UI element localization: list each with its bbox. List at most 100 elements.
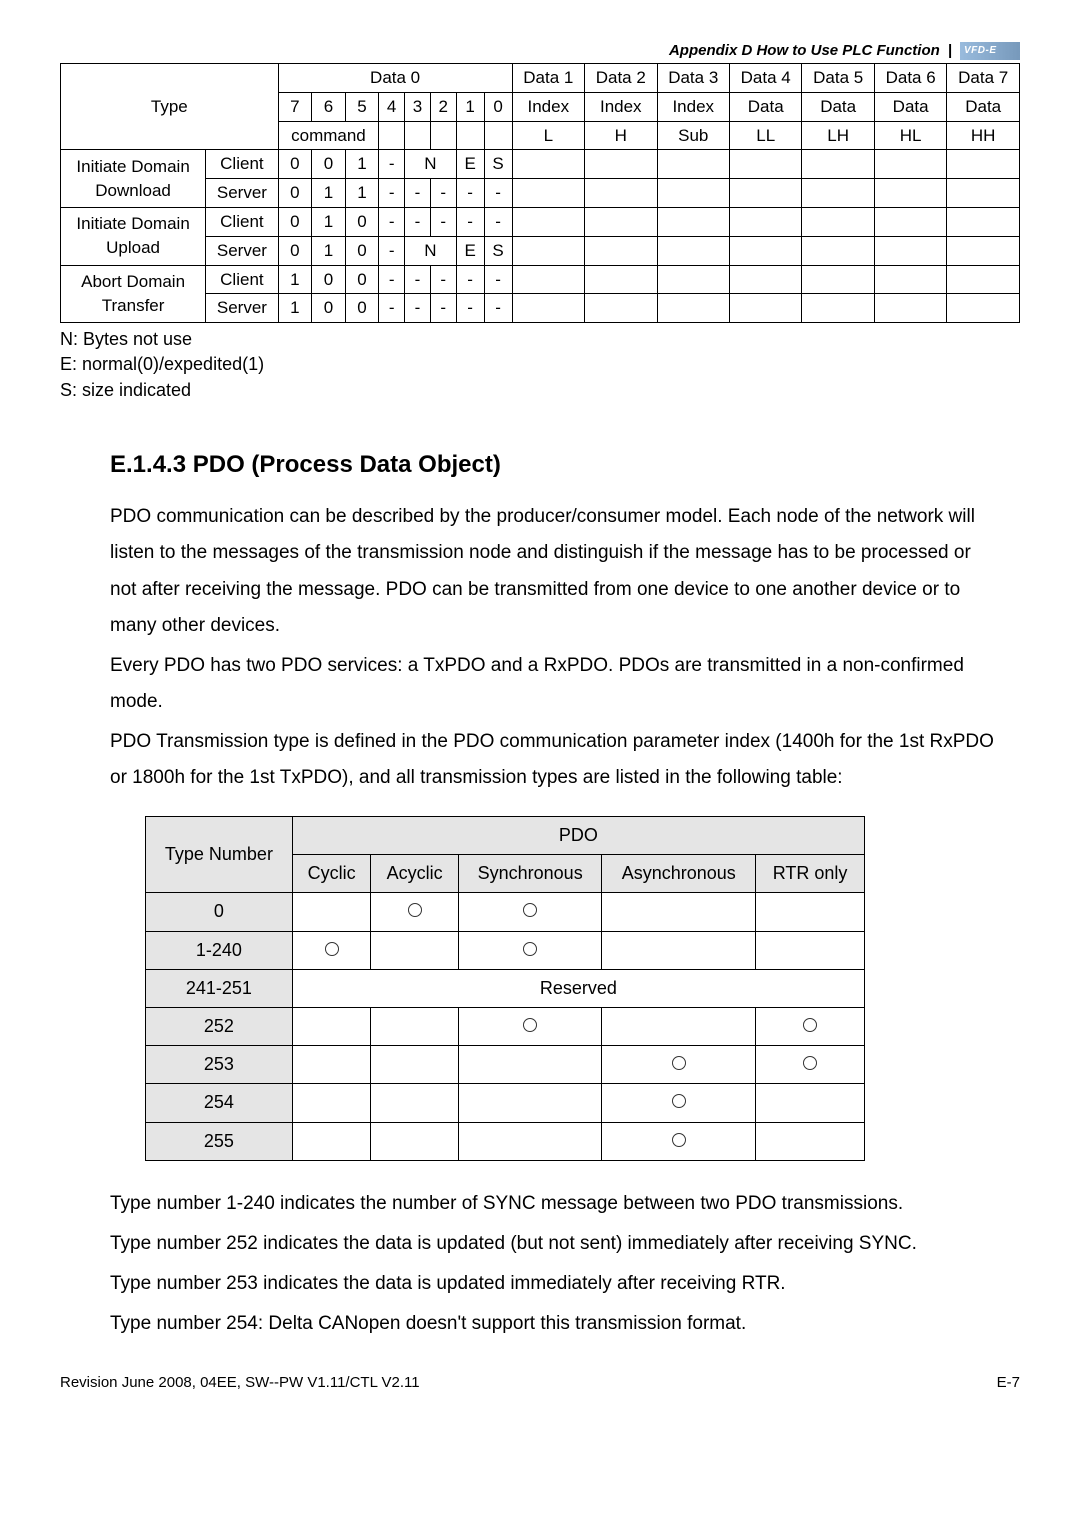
circle-icon: [803, 1018, 817, 1032]
bit-cell: -: [484, 265, 512, 294]
bit-cell: E: [456, 150, 484, 179]
data-cell: [512, 236, 584, 265]
note-e: E: normal(0)/expedited(1): [60, 352, 1020, 377]
data0-header: Data 0: [278, 64, 512, 93]
data-cell: [657, 207, 729, 236]
pdo-cell: [756, 1084, 865, 1122]
bit-cell: 0: [345, 236, 379, 265]
bit-cell: -: [430, 294, 456, 323]
d2-bot: H: [585, 121, 657, 150]
role-cell: Server: [206, 294, 278, 323]
circle-icon: [408, 903, 422, 917]
data-cell: [585, 265, 657, 294]
para3: PDO Transmission type is defined in the …: [110, 724, 1000, 796]
data-cell: [947, 265, 1020, 294]
pdo-cell: [756, 1008, 865, 1046]
vfd-logo-icon: [960, 42, 1020, 60]
circle-icon: [803, 1056, 817, 1070]
pdo-cell: [371, 931, 459, 969]
bit-cell: 1: [312, 179, 346, 208]
page-footer: Revision June 2008, 04EE, SW--PW V1.11/C…: [60, 1372, 1020, 1393]
body-text: PDO communication can be described by th…: [110, 499, 1000, 796]
bit-6: 6: [312, 92, 346, 121]
bit-cell: 0: [345, 207, 379, 236]
bit-cell: -: [405, 179, 431, 208]
bit-cell: S: [484, 150, 512, 179]
d6-mid: Data: [874, 92, 946, 121]
bit-cell: -: [456, 265, 484, 294]
col-cyclic: Cyclic: [292, 855, 371, 893]
bit-cell: -: [484, 294, 512, 323]
bit-cell: 1: [345, 150, 379, 179]
para6: Type number 253 indicates the data is up…: [110, 1266, 1000, 1302]
type-number-cell: 252: [146, 1008, 293, 1046]
circle-icon: [523, 1018, 537, 1032]
d3-bot: Sub: [657, 121, 729, 150]
role-cell: Server: [206, 179, 278, 208]
type-number-cell: 1-240: [146, 931, 293, 969]
d1-bot: L: [512, 121, 584, 150]
bit-cell: N: [405, 236, 457, 265]
bit-cell: 1: [345, 179, 379, 208]
bit-cell: -: [456, 179, 484, 208]
data-cell: [729, 294, 801, 323]
col-acyclic: Acyclic: [371, 855, 459, 893]
circle-icon: [523, 942, 537, 956]
bit-cell: -: [379, 150, 405, 179]
command-label: command: [278, 121, 379, 150]
pdo-cell: [602, 931, 756, 969]
data5-h: Data 5: [802, 64, 874, 93]
reserved-cell: Reserved: [292, 969, 864, 1007]
data3-h: Data 3: [657, 64, 729, 93]
d4-mid: Data: [729, 92, 801, 121]
bit-cell: -: [456, 207, 484, 236]
data-cell: [874, 236, 946, 265]
para1: PDO communication can be described by th…: [110, 499, 1000, 643]
bit-cell: -: [379, 265, 405, 294]
bit-cell: 0: [345, 265, 379, 294]
data-cell: [512, 265, 584, 294]
data1-h: Data 1: [512, 64, 584, 93]
sdo-table: Type Data 0 Data 1 Data 2 Data 3 Data 4 …: [60, 63, 1020, 323]
data-cell: [874, 207, 946, 236]
circle-icon: [523, 903, 537, 917]
bit-7: 7: [278, 92, 312, 121]
data-cell: [657, 294, 729, 323]
role-cell: Client: [206, 207, 278, 236]
bit-cell: -: [405, 294, 431, 323]
data-cell: [802, 236, 874, 265]
data-cell: [802, 179, 874, 208]
pdo-cell: [292, 1122, 371, 1160]
circle-icon: [672, 1056, 686, 1070]
pdo-cell: [602, 893, 756, 931]
bit-cell: -: [379, 236, 405, 265]
data-cell: [585, 179, 657, 208]
bit-cell: 0: [278, 150, 312, 179]
pdo-cell: [458, 1084, 601, 1122]
pdo-cell: [292, 893, 371, 931]
data-cell: [512, 294, 584, 323]
pdo-cell: [756, 893, 865, 931]
bit-1: 1: [456, 92, 484, 121]
pdo-cell: [292, 1008, 371, 1046]
pdo-cell: [371, 1008, 459, 1046]
type-number-cell: 0: [146, 893, 293, 931]
section-heading: E.1.4.3 PDO (Process Data Object): [110, 448, 1020, 482]
data-cell: [802, 265, 874, 294]
bit-cell: N: [405, 150, 457, 179]
data-cell: [729, 150, 801, 179]
data-cell: [585, 150, 657, 179]
row-name: Initiate DomainDownload: [61, 150, 206, 208]
type-number-cell: 255: [146, 1122, 293, 1160]
d7-bot: HH: [947, 121, 1020, 150]
col-rtr: RTR only: [756, 855, 865, 893]
bit-5: 5: [345, 92, 379, 121]
d5-mid: Data: [802, 92, 874, 121]
bit-cell: -: [405, 265, 431, 294]
circle-icon: [672, 1133, 686, 1147]
data-cell: [874, 179, 946, 208]
role-cell: Client: [206, 150, 278, 179]
bit-cell: 0: [278, 236, 312, 265]
data-cell: [585, 294, 657, 323]
circle-icon: [325, 942, 339, 956]
